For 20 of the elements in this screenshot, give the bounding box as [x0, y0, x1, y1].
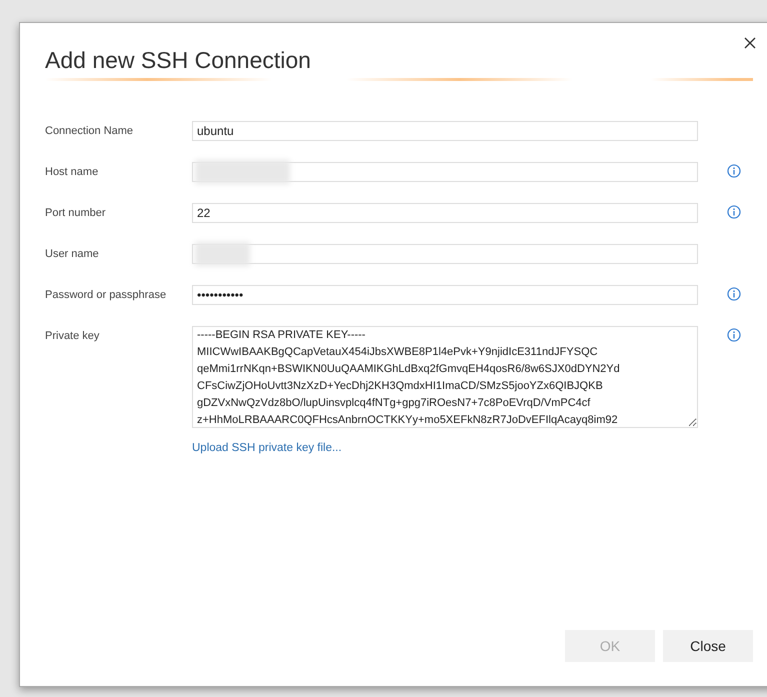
field-label: User name: [45, 246, 100, 262]
input-field[interactable]: [192, 162, 698, 182]
dialog-title: Add new SSH Connection: [45, 47, 312, 75]
field-label: Private key: [45, 328, 100, 344]
close-button[interactable]: Close: [663, 630, 753, 662]
close-icon: [743, 36, 757, 50]
field-label: Connection Name: [45, 124, 134, 139]
field-label: Password or passphrase: [45, 288, 168, 303]
field-label: Port number: [45, 206, 107, 221]
info-icon[interactable]: [727, 164, 741, 178]
info-icon[interactable]: [727, 204, 741, 219]
input-field[interactable]: •••••••••••: [192, 284, 698, 305]
input-field[interactable]: ubuntu: [192, 120, 698, 141]
info-icon[interactable]: [727, 286, 741, 301]
upload-key-link[interactable]: Upload SSH private key file...: [192, 440, 342, 457]
private-key-field[interactable]: -----BEGIN RSA PRIVATE KEY----- MIICWwIBAAKBgQCapVetauX454iJbsXWBE8P1l4ePvk+Y9njidIcE311ndJFYSQC qeMmi1rrNKqn+BSWIKN0UuQAAMIKGhLdBxq2fGmvqEH4qosR6/8w6SJX0dDYN2Yd CFsCiwZjOHoUvtt3NzXzD+YecDhj2KH3QmdxHI1ImaCD/SMzS5jooYZx6QIBJQKB gDZVxNwQzVdz8bO/lupUinsvplcq4fNTg+gpg7iROesN7+7c8PoEVrqD/VmPC4cf z+HhMoLRBAAARC0QFHcsAnbrnOCTKKYy+mo5XEFkN8zR7JoDvEFIlqAcayq8im92: [192, 326, 698, 428]
input-field[interactable]: [192, 244, 698, 264]
input-field[interactable]: 22: [192, 202, 698, 223]
field-label: Host name: [45, 164, 100, 180]
info-icon[interactable]: [727, 328, 741, 342]
